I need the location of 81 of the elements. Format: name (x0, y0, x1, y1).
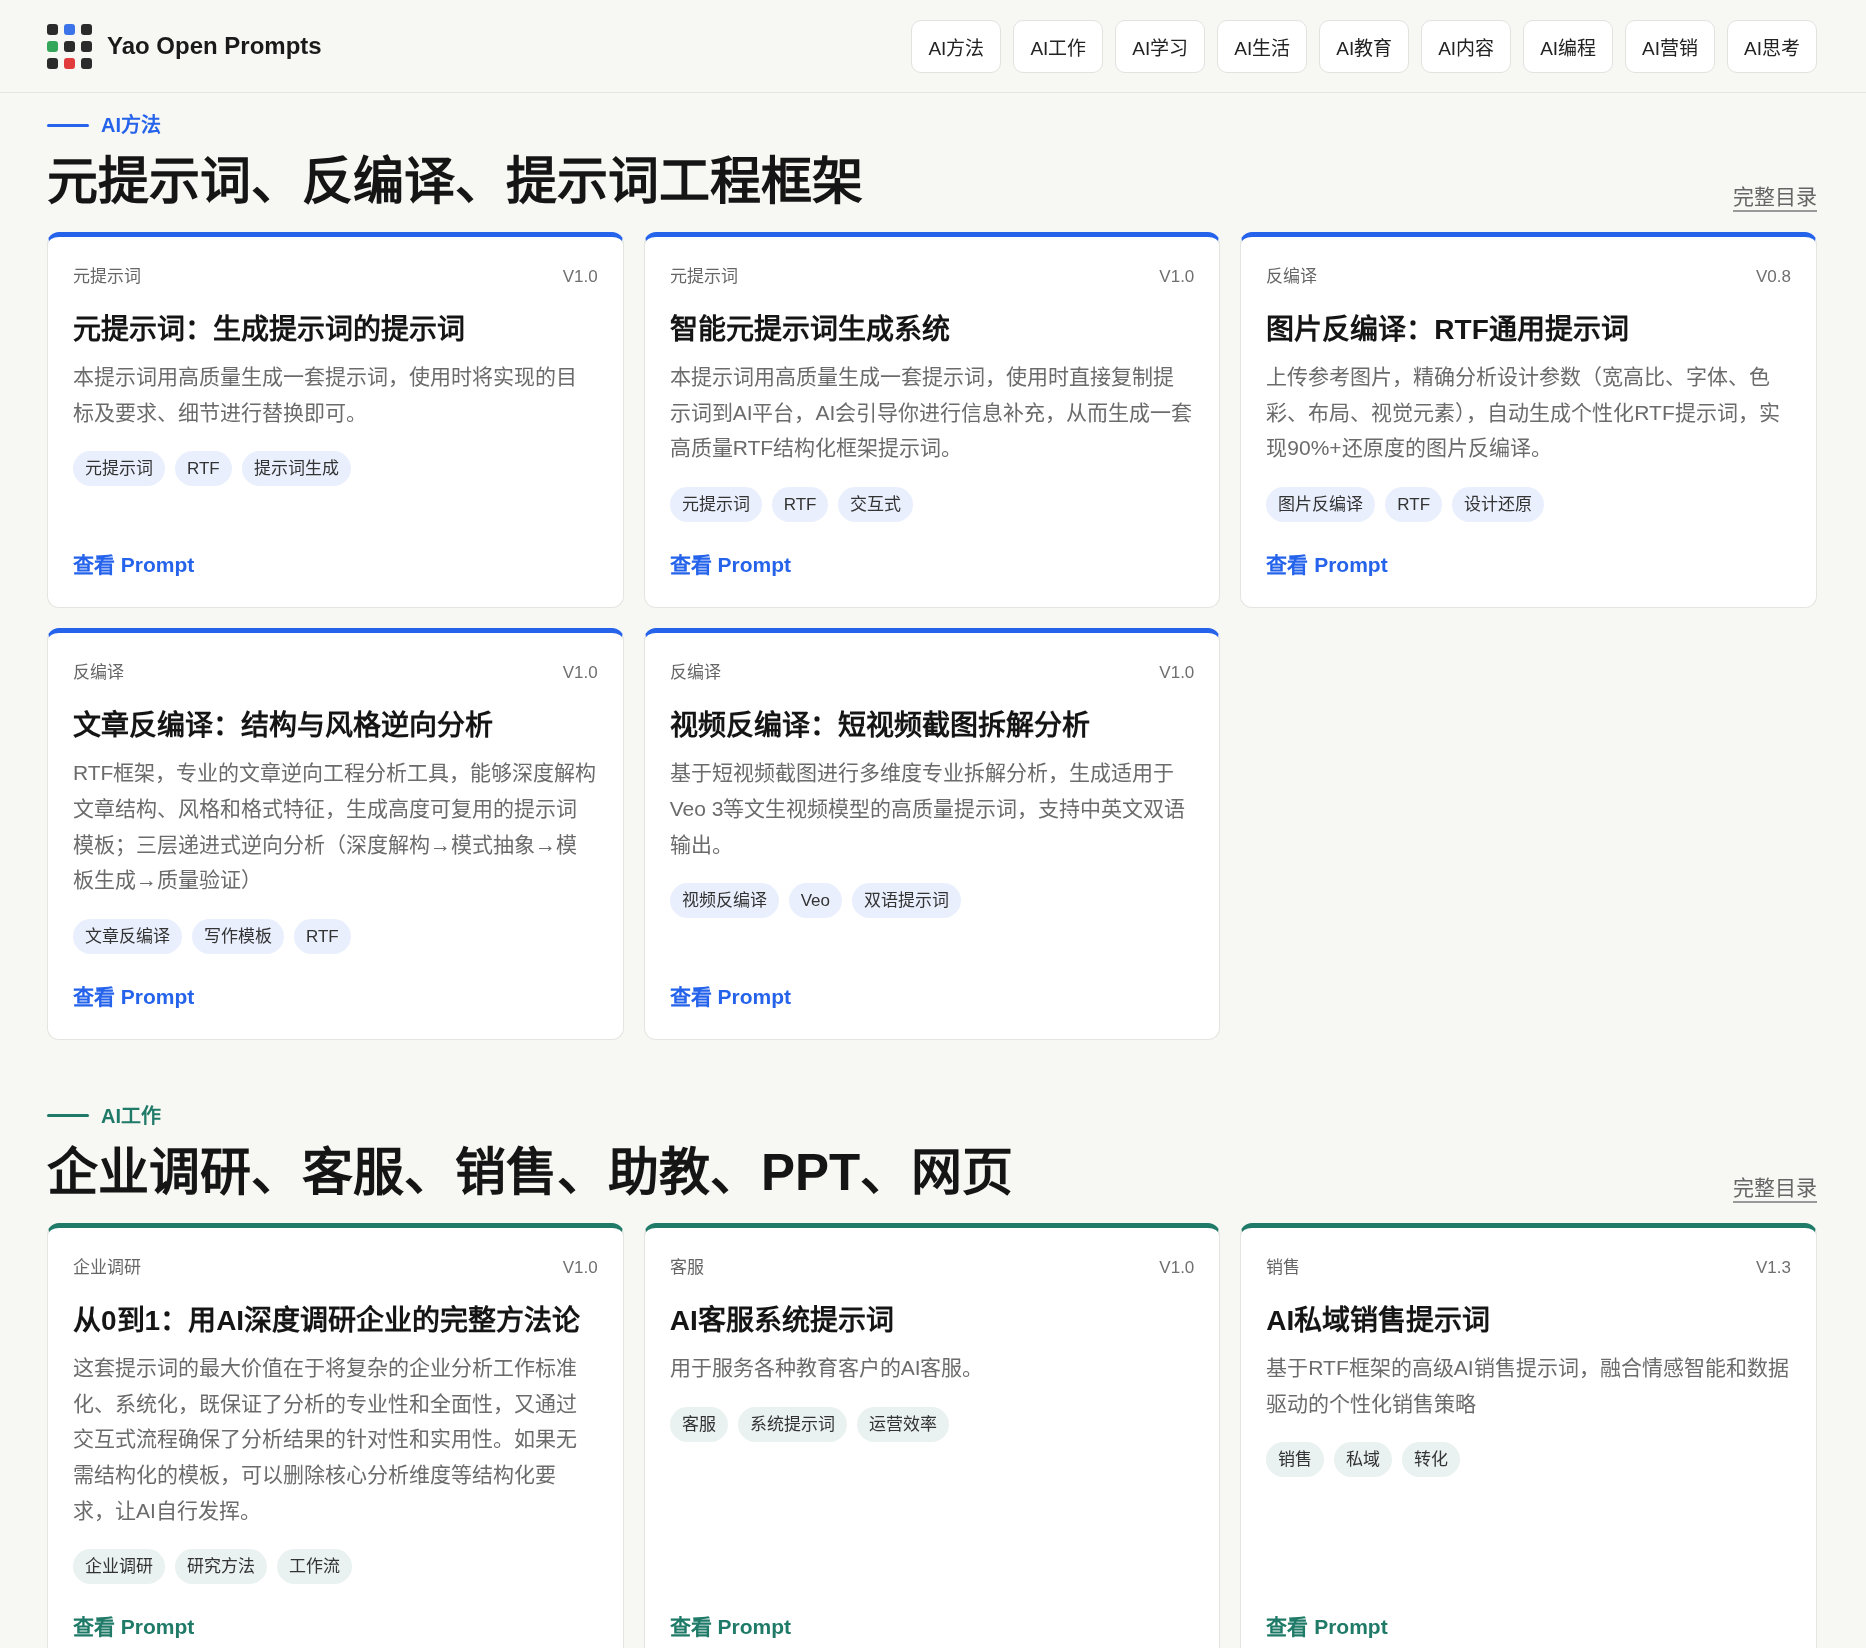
card-category: 反编译 (73, 662, 124, 685)
card-description: 这套提示词的最大价值在于将复杂的企业分析工作标准化、系统化，既保证了分析的专业性和全面性，又通过交互式流程确保了分析结果的针对性和实用性。如果无需结构化的模板，可以删除核心分析维度等结构化要求，让AI自行发挥。 (73, 1354, 578, 1524)
grid-logo-icon (47, 23, 92, 69)
tag-chip: 写作模板 (192, 918, 284, 954)
nav-link[interactable]: AI学习 (1115, 19, 1206, 73)
tag-chip: 运营效率 (856, 1406, 949, 1442)
section-eyebrow: AI方法 (101, 113, 161, 137)
view-prompt-link[interactable]: 查看 Prompt (669, 1614, 791, 1641)
card-title: AI客服系统提示词 (669, 1303, 895, 1338)
view-prompt-link[interactable]: 查看 Prompt (73, 983, 195, 1010)
section-heading: 元提示词、反编译、提示词工程框架 (47, 152, 863, 212)
tag-chip: 视频反编译 (669, 883, 779, 919)
card-category: 反编译 (1266, 266, 1318, 288)
version-label: V1.0 (1159, 266, 1195, 288)
version-label: V1.0 (1159, 1256, 1195, 1279)
tag-chip: Veo (788, 883, 842, 919)
card-category: 元提示词 (73, 266, 141, 288)
tag-chip: RTF (1385, 487, 1443, 523)
nav-link[interactable]: AI营销 (1625, 19, 1716, 73)
catalog-link[interactable]: 完整目录 (1733, 1174, 1817, 1201)
card-title: 元提示词：生成提示词的提示词 (73, 313, 466, 347)
section-eyebrow: AI工作 (101, 1103, 161, 1128)
card-title: 视频反编译：短视频截图拆解分析 (669, 709, 1091, 744)
tag-chip: 销售 (1266, 1442, 1325, 1478)
view-prompt-link[interactable]: 查看 Prompt (669, 552, 791, 579)
nav-link[interactable]: AI教育 (1319, 19, 1410, 73)
tag-chip: 私域 (1334, 1442, 1393, 1478)
tag-chip: 转化 (1402, 1442, 1461, 1478)
version-label: V1.0 (562, 662, 598, 685)
card-title: 文章反编译：结构与风格逆向分析 (73, 709, 494, 744)
tag-chip: 双语提示词 (851, 883, 961, 919)
tag-chip: 交互式 (838, 487, 914, 523)
section-heading: 企业调研、客服、销售、助教、PPT、网页 (47, 1142, 1014, 1203)
nav-link[interactable]: AI方法 (911, 19, 1002, 73)
tag-chip: 研究方法 (175, 1549, 267, 1585)
tag-chip: 元提示词 (669, 487, 762, 523)
view-prompt-link[interactable]: 查看 Prompt (1266, 552, 1388, 579)
card-description: 基于短视频截图进行多维度专业拆解分析，生成适用于Veo 3等文生视频模型的高质量提示词，支持中英文双语输出。 (669, 760, 1187, 858)
card-description: 用于服务各种教育客户的AI客服。 (669, 1354, 985, 1381)
nav-link[interactable]: AI思考 (1727, 19, 1817, 73)
card-category: 反编译 (669, 662, 721, 685)
card-title: 智能元提示词生成系统 (669, 313, 951, 347)
card-title: 图片反编译：RTF通用提示词 (1266, 313, 1630, 347)
version-label: V1.0 (1159, 662, 1195, 685)
view-prompt-link[interactable]: 查看 Prompt (73, 552, 195, 579)
version-label: V1.0 (562, 1256, 598, 1279)
nav-link[interactable]: AI编程 (1523, 19, 1614, 73)
card-category: 企业调研 (73, 1256, 141, 1279)
card-title: 从0到1：用AI深度调研企业的完整方法论 (73, 1303, 582, 1338)
card-category: 客服 (669, 1256, 704, 1279)
tag-chip: 客服 (669, 1406, 728, 1442)
tag-chip: RTF (175, 451, 232, 487)
tag-chip: 企业调研 (73, 1549, 165, 1585)
tag-chip: 元提示词 (73, 451, 165, 487)
card-description: 本提示词用高质量生成一套提示词，使用时将实现的目标及要求、细节进行替换即可。 (73, 364, 578, 426)
tag-chip: 系统提示词 (737, 1406, 847, 1442)
card-category: 销售 (1266, 1256, 1301, 1279)
card-description: 本提示词用高质量生成一套提示词，使用时直接复制提示词到AI平台，AI会引导你进行信息补充，从而生成一套高质量RTF结构化框架提示词。 (669, 364, 1194, 462)
tag-chip: 设计还原 (1452, 487, 1545, 523)
tag-chip: 图片反编译 (1266, 487, 1376, 523)
view-prompt-link[interactable]: 查看 Prompt (1266, 1614, 1388, 1641)
tag-chip: 工作流 (277, 1549, 352, 1585)
card-description: 基于RTF框架的高级AI销售提示词，融合情感智能和数据驱动的个性化销售策略 (1266, 1354, 1790, 1417)
card-description: RTF框架，专业的文章逆向工程分析工具，能够深度解构文章结构、风格和格式特征，生成高度可复用的提示词模板；三层递进式逆向分析（深度解构→模式抽象→模板生成→质量验证） (73, 760, 598, 894)
tag-chip: 文章反编译 (73, 918, 182, 954)
version-label: V1.0 (562, 266, 598, 288)
view-prompt-link[interactable]: 查看 Prompt (669, 983, 791, 1010)
tag-chip: RTF (294, 918, 351, 954)
nav-link[interactable]: AI内容 (1421, 19, 1512, 73)
version-label: V1.3 (1756, 1256, 1791, 1279)
card-title: AI私域销售提示词 (1266, 1303, 1492, 1338)
card-description: 上传参考图片，精确分析设计参数（宽高比、字体、色彩、布局、视觉元素），自动生成个性化RTF提示词，实现90%+还原度的图片反编译。 (1266, 364, 1781, 462)
nav-link[interactable]: AI工作 (1013, 19, 1104, 73)
tag-chip: RTF (771, 487, 829, 523)
catalog-link[interactable]: 完整目录 (1733, 184, 1817, 210)
tag-chip: 提示词生成 (241, 451, 351, 487)
site-title: Yao Open Prompts (107, 32, 322, 60)
card-category: 元提示词 (669, 266, 738, 288)
nav-link[interactable]: AI生活 (1217, 19, 1308, 73)
view-prompt-link[interactable]: 查看 Prompt (73, 1614, 195, 1641)
version-label: V0.8 (1756, 266, 1791, 288)
